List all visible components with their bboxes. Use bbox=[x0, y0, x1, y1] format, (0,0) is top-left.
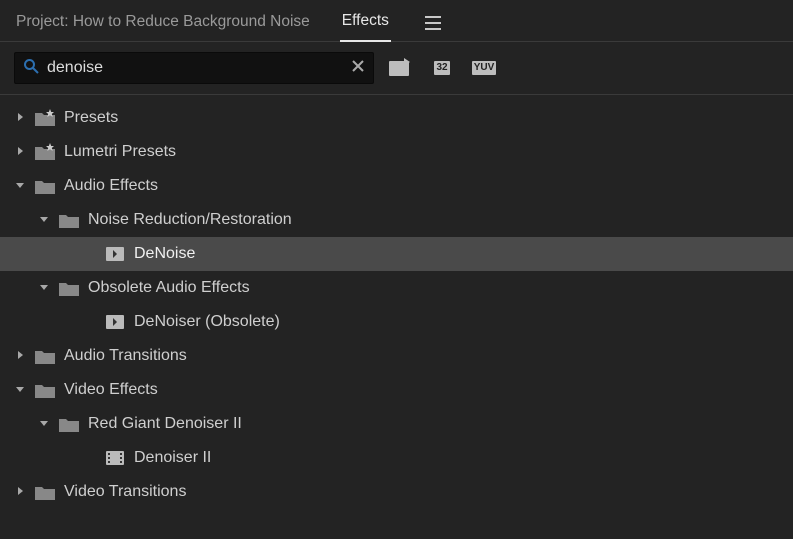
folder-icon bbox=[34, 483, 56, 501]
effect-folder[interactable]: Audio Effects bbox=[0, 169, 793, 203]
tree-item-label: Denoiser II bbox=[134, 449, 211, 467]
chevron-down-icon[interactable] bbox=[14, 179, 26, 193]
folder-icon bbox=[34, 177, 56, 195]
effect-item[interactable]: DeNoise bbox=[0, 237, 793, 271]
chevron-down-icon[interactable] bbox=[38, 281, 50, 295]
tree-item-label: Presets bbox=[64, 109, 118, 127]
filter-32bit-button[interactable]: 32 bbox=[426, 54, 458, 82]
folder-icon bbox=[58, 415, 80, 433]
tree-item-label: Lumetri Presets bbox=[64, 143, 176, 161]
folder-icon bbox=[58, 211, 80, 229]
toolbar: 32 YUV bbox=[0, 42, 793, 95]
effect-folder[interactable]: Video Effects bbox=[0, 373, 793, 407]
search-box[interactable] bbox=[14, 52, 374, 84]
chevron-right-icon[interactable] bbox=[14, 111, 26, 125]
clear-search-icon[interactable] bbox=[351, 59, 365, 77]
effect-item[interactable]: Denoiser II bbox=[0, 441, 793, 475]
tree-item-label: Audio Transitions bbox=[64, 347, 187, 365]
chevron-right-icon[interactable] bbox=[14, 485, 26, 499]
tree-item-label: Video Transitions bbox=[64, 483, 186, 501]
folder-icon bbox=[34, 381, 56, 399]
search-input[interactable] bbox=[47, 59, 343, 77]
tree-item-label: Noise Reduction/Restoration bbox=[88, 211, 292, 229]
video-fx-icon bbox=[104, 449, 126, 467]
folder-icon bbox=[34, 347, 56, 365]
chevron-down-icon[interactable] bbox=[38, 213, 50, 227]
effect-folder[interactable]: Audio Transitions bbox=[0, 339, 793, 373]
tree-item-label: Red Giant Denoiser II bbox=[88, 415, 242, 433]
effects-tree[interactable]: Presets Lumetri Presets Audio Effects Noise… bbox=[0, 95, 793, 539]
tab-bar: Project: How to Reduce Background Noise … bbox=[0, 0, 793, 42]
chevron-right-icon[interactable] bbox=[14, 349, 26, 363]
tree-item-label: Video Effects bbox=[64, 381, 158, 399]
chevron-right-icon[interactable] bbox=[14, 145, 26, 159]
effect-folder[interactable]: Presets bbox=[0, 101, 793, 135]
effects-panel: Project: How to Reduce Background Noise … bbox=[0, 0, 793, 539]
effect-folder[interactable]: Red Giant Denoiser II bbox=[0, 407, 793, 441]
tab-effects[interactable]: Effects bbox=[340, 8, 391, 42]
folder-icon bbox=[58, 279, 80, 297]
tree-item-label: DeNoiser (Obsolete) bbox=[134, 313, 280, 331]
folder-star-icon bbox=[34, 143, 56, 161]
tab-project[interactable]: Project: How to Reduce Background Noise bbox=[14, 9, 312, 41]
effect-folder[interactable]: Noise Reduction/Restoration bbox=[0, 203, 793, 237]
effect-folder[interactable]: Lumetri Presets bbox=[0, 135, 793, 169]
panel-menu-icon[interactable] bbox=[425, 16, 441, 34]
tree-item-label: DeNoise bbox=[134, 245, 195, 263]
chevron-down-icon[interactable] bbox=[38, 417, 50, 431]
folder-star-icon bbox=[34, 109, 56, 127]
audio-fx-icon bbox=[104, 245, 126, 263]
filter-yuv-button[interactable]: YUV bbox=[468, 54, 500, 82]
effect-folder[interactable]: Video Transitions bbox=[0, 475, 793, 509]
tab-effects-label: Effects bbox=[342, 12, 389, 29]
audio-fx-icon bbox=[104, 313, 126, 331]
effect-item[interactable]: DeNoiser (Obsolete) bbox=[0, 305, 793, 339]
new-bin-button[interactable] bbox=[384, 54, 416, 82]
search-icon bbox=[23, 58, 39, 78]
effect-folder[interactable]: Obsolete Audio Effects bbox=[0, 271, 793, 305]
chevron-down-icon[interactable] bbox=[14, 383, 26, 397]
tree-item-label: Obsolete Audio Effects bbox=[88, 279, 250, 297]
tree-item-label: Audio Effects bbox=[64, 177, 158, 195]
